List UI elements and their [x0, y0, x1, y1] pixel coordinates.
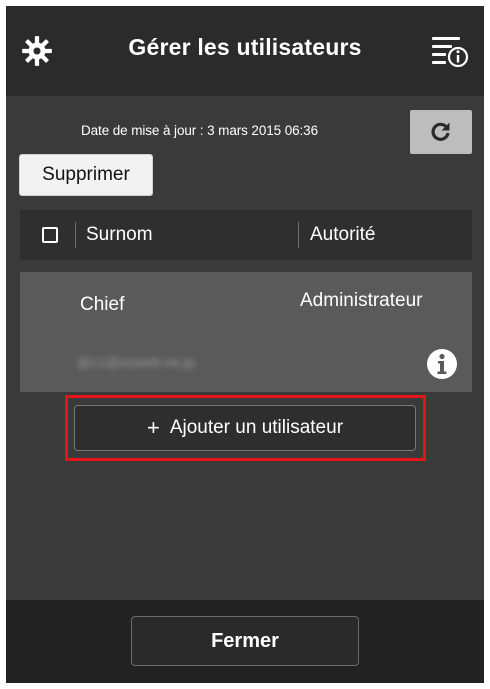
refresh-button[interactable] — [410, 110, 472, 154]
close-button[interactable]: Fermer — [131, 616, 359, 666]
delete-button[interactable]: Supprimer — [19, 154, 153, 196]
column-divider — [298, 222, 299, 248]
user-authority: Administrateur — [300, 290, 423, 311]
page-title: Gérer les utilisateurs — [128, 34, 362, 60]
column-divider — [75, 222, 76, 248]
user-nickname: Chief — [80, 294, 125, 315]
footer-bar: Fermer — [6, 600, 484, 683]
app-screen: Gérer les utilisateurs Date de mise à jo… — [6, 6, 484, 683]
column-header-authority: Autorité — [310, 224, 376, 245]
info-menu-icon[interactable] — [430, 32, 470, 70]
user-row[interactable]: Chief Administrateur @c1@ezweb.ne.jp — [20, 272, 472, 392]
add-user-button[interactable]: + Ajouter un utilisateur — [74, 405, 416, 451]
add-user-label: Ajouter un utilisateur — [169, 417, 344, 438]
user-email: @c1@ezweb.ne.jp — [77, 354, 195, 370]
refresh-icon — [431, 122, 450, 141]
table-header: Surnom Autorité — [20, 210, 472, 260]
column-header-nickname: Surnom — [86, 224, 153, 245]
info-icon[interactable] — [426, 348, 458, 380]
select-all-checkbox[interactable] — [42, 227, 58, 243]
header-bar: Gérer les utilisateurs — [6, 6, 484, 96]
update-date-label: Date de mise à jour : 3 mars 2015 06:36 — [81, 123, 318, 138]
plus-icon: + — [146, 415, 160, 440]
